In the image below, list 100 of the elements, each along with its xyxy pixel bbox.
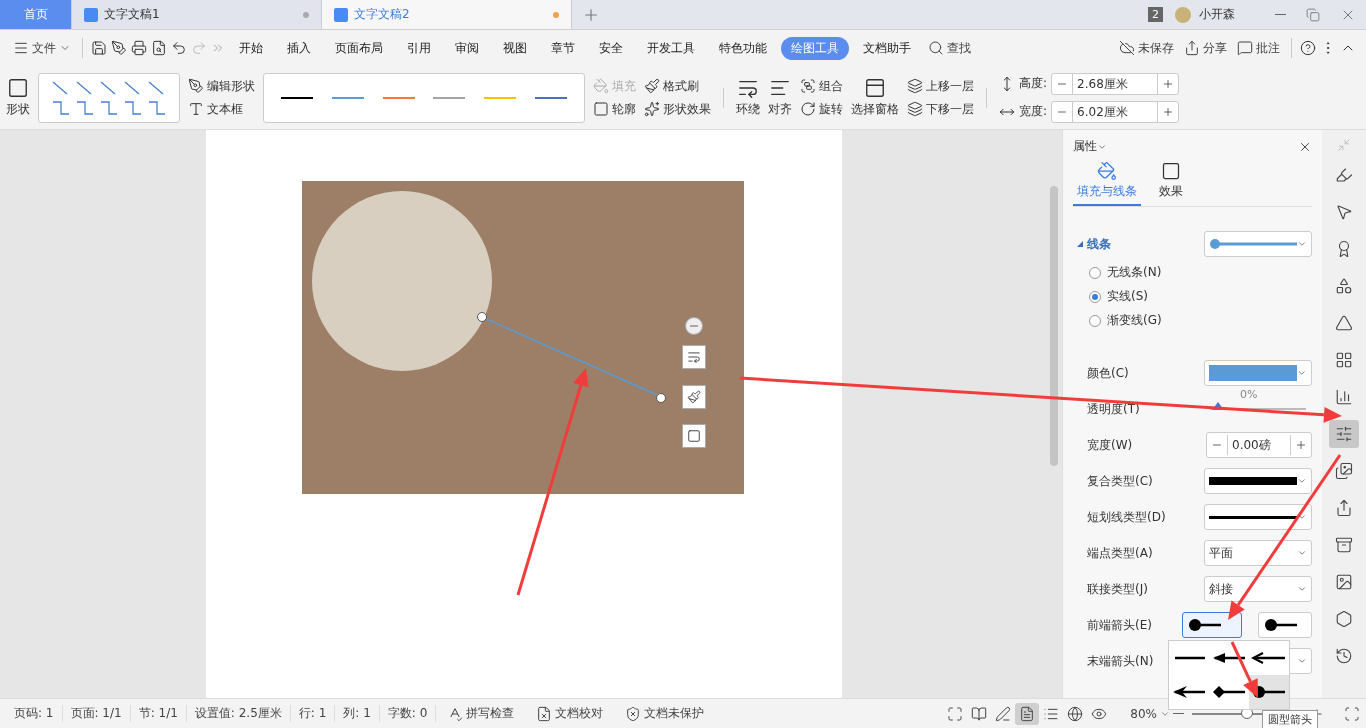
zoom-select[interactable]: 80% (1127, 706, 1173, 721)
line-style-swatch[interactable] (332, 96, 364, 99)
spell-check-icon (447, 705, 464, 722)
file-menu[interactable]: 文件 (10, 39, 74, 57)
bring-forward-button[interactable]: 上移一层 (907, 77, 974, 95)
paint-bucket-icon (593, 78, 609, 94)
text-box-button[interactable]: 文本框 (188, 100, 255, 118)
shape-button[interactable]: 形状 (6, 77, 30, 118)
view-mode-button[interactable] (1015, 702, 1040, 725)
save-icon (91, 40, 107, 56)
color-picker[interactable] (1204, 360, 1312, 386)
rotate-button[interactable]: 旋转 (800, 100, 843, 118)
save-status-button[interactable]: 未保存 (1116, 39, 1177, 57)
spell-check-button[interactable]: 拼写检查 (444, 705, 518, 722)
window-count-badge: 2 (1148, 7, 1163, 22)
globe-icon (1067, 705, 1084, 722)
dropdown-caret-icon (1297, 239, 1307, 249)
align-button[interactable]: 对齐 (768, 77, 792, 118)
radio-icon[interactable] (1089, 314, 1101, 327)
wrap-button[interactable]: 环绕 (736, 77, 760, 118)
line-style-swatch[interactable] (281, 96, 314, 99)
group-button[interactable]: 组合 (800, 77, 843, 95)
expand-triangle-icon[interactable] (1077, 241, 1083, 247)
archive-icon (1335, 536, 1353, 554)
connector-gallery[interactable] (38, 72, 180, 123)
layout-options-button[interactable] (682, 345, 706, 369)
ribbon-tab[interactable]: 开发工具 (637, 36, 705, 60)
dropdown-caret-icon (1297, 656, 1307, 666)
compound-type-select[interactable] (1204, 468, 1312, 494)
pointer-icon (1335, 203, 1353, 221)
ribbon-tab[interactable]: 章节 (541, 36, 585, 60)
property-label: 前端箭头(E) (1087, 616, 1152, 634)
scrollbar[interactable] (1050, 186, 1058, 466)
line-style-swatch[interactable] (534, 96, 567, 99)
book-icon (971, 705, 988, 722)
minimize-icon[interactable] (1275, 13, 1286, 16)
property-label: 宽度(W) (1087, 436, 1133, 454)
proofread-button[interactable]: 文档校对 (533, 705, 607, 722)
shape-icon (7, 77, 29, 99)
radio-icon[interactable] (1089, 266, 1101, 279)
layout-icon (687, 350, 701, 364)
plus-icon (1162, 105, 1175, 118)
radio-option[interactable]: 渐变线(G) (1089, 312, 1312, 329)
line-style-swatch[interactable] (433, 96, 466, 99)
panel-title: 属性 (1073, 138, 1097, 155)
ribbon-tab[interactable]: 审阅 (445, 36, 489, 60)
share-button[interactable]: 分享 (1181, 39, 1230, 57)
status-item: 节: 1/1 (130, 705, 187, 722)
ribbon-tab[interactable]: 页面布局 (325, 36, 393, 60)
arrow-select[interactable] (1182, 612, 1242, 638)
settings-icon (1335, 425, 1353, 443)
ribbon-tab[interactable]: 引用 (397, 36, 441, 60)
edit-shape-button[interactable]: 编辑形状 (188, 77, 255, 95)
document-tab[interactable]: 文字文稿2 (322, 0, 572, 29)
restore-icon (1306, 7, 1320, 22)
cloud-icon (1119, 40, 1135, 56)
property-label: 透明度(T) (1087, 400, 1140, 418)
dropdown-select[interactable]: 平面 (1204, 540, 1312, 566)
print-icon (131, 40, 147, 56)
protection-button[interactable]: 文档未保护 (622, 705, 708, 722)
width-spinner[interactable]: 0.00磅 (1206, 432, 1312, 458)
ribbon-tab[interactable]: 开始 (229, 36, 273, 60)
ribbon-tab[interactable]: 视图 (493, 36, 537, 60)
comment-button[interactable]: 批注 (1234, 39, 1283, 57)
line-preset-select[interactable] (1204, 231, 1312, 257)
brush-icon (687, 390, 701, 404)
tool-rail-button[interactable] (1329, 420, 1359, 448)
size-spinner[interactable]: 6.02厘米 (1051, 100, 1180, 123)
radio-icon[interactable] (1089, 290, 1101, 303)
panel-tab[interactable]: 填充与线条 (1073, 161, 1141, 206)
ribbon-tab[interactable]: 特色功能 (709, 36, 777, 60)
panel-tab[interactable]: 效果 (1155, 161, 1187, 206)
radio-option[interactable]: 无线条(N) (1089, 264, 1312, 281)
format-painter-button[interactable]: 格式刷 (644, 77, 711, 95)
send-backward-button[interactable]: 下移一层 (907, 100, 974, 118)
arrow-style-icon (1211, 651, 1247, 665)
slider-thumb[interactable] (1212, 402, 1224, 410)
selection-pane-button[interactable]: 选择窗格 (851, 77, 899, 118)
outline-button[interactable]: 轮廓 (593, 100, 636, 118)
dropdown-select[interactable]: 斜接 (1204, 576, 1312, 602)
style-button[interactable] (682, 385, 706, 409)
size-spinner[interactable]: 2.68厘米 (1051, 72, 1180, 95)
dropdown-caret-icon (1297, 476, 1307, 486)
radio-option[interactable]: 实线(S) (1089, 288, 1312, 305)
round-arrow-icon (1263, 618, 1299, 632)
search-button[interactable]: 查找 (925, 39, 974, 57)
ribbon-tab[interactable]: 安全 (589, 36, 633, 60)
dash-type-select[interactable] (1204, 504, 1312, 530)
arrow-select[interactable] (1258, 612, 1312, 638)
line-style-swatch[interactable] (382, 96, 415, 99)
size-label: 高度: (1019, 75, 1048, 92)
shapes-icon (1335, 277, 1353, 295)
outline-style-button[interactable] (682, 424, 706, 448)
shape-effects-button[interactable]: 形状效果 (644, 100, 711, 118)
dropdown-caret-icon (1297, 368, 1307, 378)
zoom-out-icon[interactable] (1173, 712, 1184, 715)
collapse-button[interactable] (685, 317, 703, 335)
ribbon-tab[interactable]: 插入 (277, 36, 321, 60)
line-style-swatch[interactable] (483, 96, 516, 99)
ribbon-tab[interactable]: 文档助手 (853, 36, 921, 60)
